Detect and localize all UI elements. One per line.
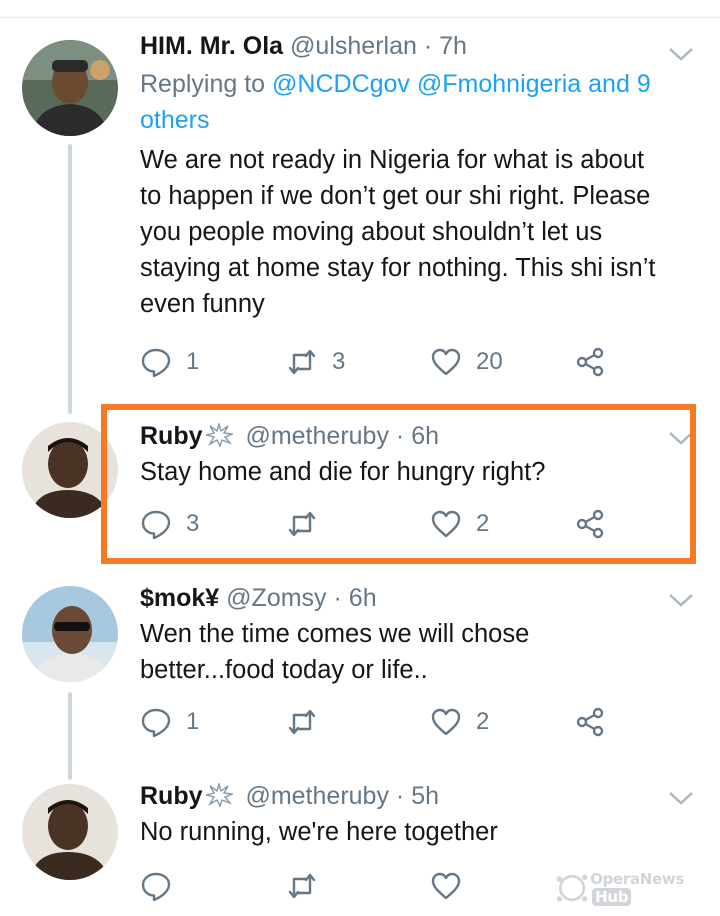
share-icon (576, 707, 604, 737)
sparkle-emoji-icon (205, 783, 233, 807)
tweet-actions: 1 3 20 (140, 342, 620, 382)
reply-button[interactable]: 1 (140, 342, 199, 382)
retweet-count: 3 (332, 348, 346, 375)
avatar[interactable] (22, 784, 118, 880)
timestamp[interactable]: 6h (349, 584, 377, 612)
retweet-icon (288, 709, 316, 735)
avatar[interactable] (22, 586, 118, 682)
watermark-text: OperaNews (590, 870, 685, 888)
user-handle[interactable]: @ulsherlan (290, 32, 417, 60)
tweet-text-line: to happen if we don’t get our shi right.… (140, 182, 651, 210)
tweet-header: Ruby @metheruby · 5h (140, 780, 696, 812)
watermark: OperaNewsHub (554, 868, 712, 908)
reply-icon (141, 348, 171, 378)
separator-dot: · (423, 32, 433, 60)
reply-others-link[interactable]: others (140, 106, 209, 134)
reply-mentions-link[interactable]: @NCDCgov @Fmohnigeria and 9 (272, 70, 651, 98)
display-name[interactable]: HIM. Mr. Ola (140, 32, 283, 60)
watermark-hub: Hub (592, 888, 632, 906)
avatar[interactable] (22, 40, 118, 136)
tweet-text-line: No running, we're here together (140, 818, 498, 846)
chevron-down-icon[interactable] (668, 592, 694, 608)
tweet-1[interactable]: HIM. Mr. Ola @ulsherlan · 7h Replying to… (0, 0, 720, 400)
tweet-text: Wen the time comes we will chose better.… (140, 616, 696, 688)
tweet-text-line: you people moving about shouldn’t let us (140, 218, 603, 246)
replying-to: Replying to @NCDCgov @Fmohnigeria and 9 … (140, 66, 696, 138)
tweet-actions: 1 2 (140, 702, 620, 742)
tweet-header: $mok¥ @Zomsy · 6h (140, 582, 696, 614)
user-handle[interactable]: @Zomsy (226, 584, 326, 612)
like-count: 20 (476, 348, 503, 375)
chevron-down-icon[interactable] (668, 790, 694, 806)
like-button[interactable] (430, 866, 462, 906)
chevron-down-icon[interactable] (668, 46, 694, 62)
reply-button[interactable] (140, 866, 172, 906)
reply-button[interactable]: 1 (140, 702, 199, 742)
like-count: 2 (476, 708, 490, 735)
tweet-text-line: staying at home stay for nothing. This s… (140, 254, 656, 282)
heart-icon (431, 708, 461, 736)
retweet-button[interactable] (286, 702, 318, 742)
tweet-actions (140, 866, 620, 906)
retweet-icon (288, 349, 316, 375)
separator-dot: · (395, 782, 405, 810)
opera-news-logo-icon (556, 874, 588, 902)
separator-dot: · (333, 584, 342, 612)
like-button[interactable]: 20 (430, 342, 503, 382)
tweet-text: We are not ready in Nigeria for what is … (140, 142, 696, 322)
reply-icon (141, 872, 171, 902)
tweet-text: No running, we're here together (140, 814, 696, 850)
reply-count: 1 (186, 348, 200, 375)
retweet-button[interactable]: 3 (286, 342, 345, 382)
timestamp[interactable]: 7h (439, 32, 467, 60)
retweet-icon (288, 873, 316, 899)
share-button[interactable] (574, 342, 606, 382)
like-button[interactable]: 2 (430, 702, 489, 742)
highlight-box (101, 404, 696, 564)
share-button[interactable] (574, 702, 606, 742)
tweet-text-line: Wen the time comes we will chose (140, 620, 530, 648)
heart-icon (431, 348, 461, 376)
reply-count: 1 (186, 708, 200, 735)
retweet-button[interactable] (286, 866, 318, 906)
tweet-header: HIM. Mr. Ola @ulsherlan · 7h (140, 30, 696, 62)
share-icon (576, 347, 604, 377)
reply-icon (141, 708, 171, 738)
replying-to-prefix: Replying to (140, 70, 273, 98)
tweet-text-line: even funny (140, 290, 265, 318)
tweet-text-line: We are not ready in Nigeria for what is … (140, 146, 645, 174)
tweet-text-line: better...food today or life.. (140, 656, 428, 684)
user-handle[interactable]: @metheruby (245, 782, 389, 810)
heart-icon (431, 872, 461, 900)
display-name[interactable]: $mok¥ (140, 584, 219, 612)
display-name[interactable]: Ruby (140, 782, 203, 810)
timestamp[interactable]: 5h (411, 782, 439, 810)
